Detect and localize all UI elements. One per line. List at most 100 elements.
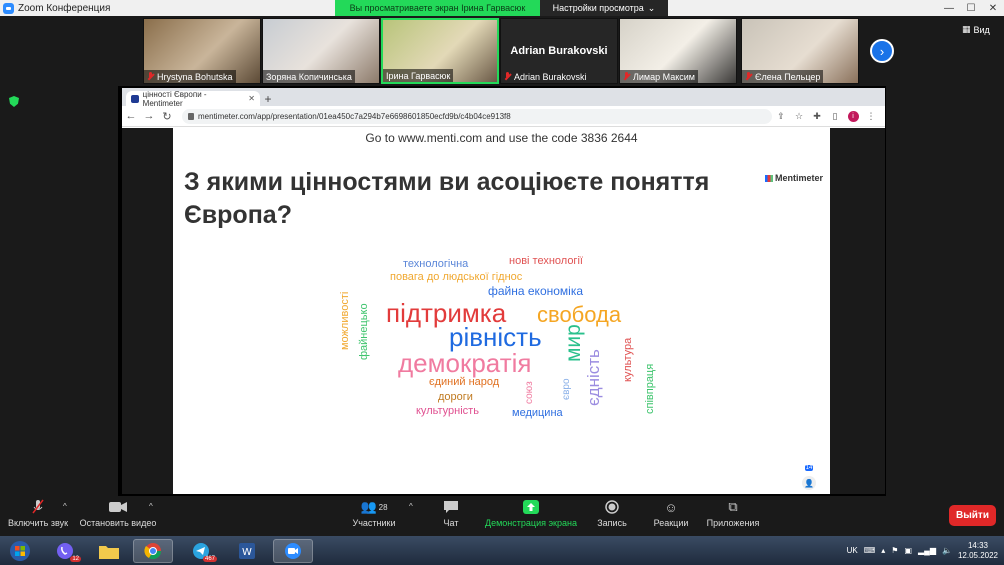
muted-mic-icon [745, 72, 752, 81]
participant-tile[interactable]: Єлена Пельцер [741, 18, 859, 84]
word-cloud-word: нові технології [509, 255, 583, 267]
bookmark-star-icon[interactable]: ☆ [790, 111, 808, 122]
smiley-icon: ☺ [664, 499, 678, 515]
video-options-chevron-icon[interactable]: ^ [149, 502, 153, 511]
encryption-shield-icon[interactable] [9, 96, 19, 107]
word-cloud-word: можливості [339, 291, 351, 350]
reload-icon[interactable]: ↻ [158, 110, 176, 123]
view-options-button[interactable]: Настройки просмотра ⌄ [540, 0, 668, 16]
stop-video-button[interactable]: Остановить видео [78, 496, 158, 528]
tab-bar: цінності Європи - Mentimeter ✕ + [122, 88, 885, 108]
apps-icon: ⧉ [728, 499, 738, 514]
share-screen-button[interactable]: Демонстрация экрана [485, 496, 577, 528]
mentimeter-slide: Go to www.menti.com and use the code 383… [173, 128, 830, 494]
participant-tile[interactable]: Зоряна Копичинська [262, 18, 380, 84]
unmute-button[interactable]: Включить звук [6, 496, 70, 528]
zoom-app-icon [3, 2, 14, 14]
zoom-icon [285, 543, 301, 559]
chevron-down-icon: ⌄ [647, 2, 656, 13]
word-cloud-word: повага до людської гіднос [390, 271, 523, 283]
join-code-line: Go to www.menti.com and use the code 383… [365, 131, 638, 145]
word-cloud-word: медицина [512, 407, 563, 419]
file-explorer-taskbar-button[interactable] [89, 539, 129, 563]
word-cloud-word: демократія [398, 348, 532, 378]
menu-icon[interactable]: ⋮ [862, 111, 880, 122]
window-title: Zoom Конференция [18, 2, 111, 14]
word-cloud-word: мир [562, 324, 585, 362]
viber-taskbar-button[interactable]: 12 [45, 539, 85, 563]
chrome-icon [144, 543, 162, 560]
view-button[interactable]: ▦ Вид [962, 24, 990, 35]
video-camera-icon [78, 496, 158, 518]
flag-icon[interactable]: ⚑ [891, 546, 898, 555]
muted-mic-icon [623, 72, 630, 81]
response-counter: 14 👤 [802, 456, 816, 490]
reactions-button[interactable]: ☺ Реакции [651, 496, 691, 529]
audio-options-chevron-icon[interactable]: ^ [63, 502, 67, 511]
word-cloud-word: культурність [416, 405, 479, 417]
participants-options-chevron-icon[interactable]: ^ [409, 502, 413, 511]
windows-taskbar: 12 467 W UK ⌨ ▴ ⚑ ▣ ▂▄▆ 🔈 14:33 12.05.20… [0, 536, 1004, 565]
close-button[interactable]: ✕ [982, 0, 1004, 16]
participants-button[interactable]: 👥 28 Участники [349, 496, 399, 528]
word-cloud-word: євро [561, 378, 572, 400]
word-icon: W [239, 543, 255, 559]
browser-tab[interactable]: цінності Європи - Mentimeter ✕ [126, 90, 260, 108]
keyboard-icon[interactable]: ⌨ [864, 546, 876, 555]
language-indicator[interactable]: UK [847, 546, 858, 555]
extensions-icon[interactable]: ✚ [808, 111, 826, 122]
chat-button[interactable]: Чат [435, 496, 467, 528]
participant-tile[interactable]: Лимар Максим [619, 18, 737, 84]
chrome-taskbar-button[interactable] [133, 539, 173, 563]
participant-tile-active-speaker[interactable]: Ірина Гарвасюк [381, 18, 499, 84]
muted-mic-icon [147, 72, 154, 81]
record-icon [593, 496, 631, 518]
share-screen-icon [485, 496, 577, 518]
participant-tile[interactable]: Hrystyna Bohutska [143, 18, 261, 84]
word-cloud-word: файна економіка [488, 284, 584, 298]
maximize-button[interactable]: ☐ [960, 0, 982, 16]
share-icon[interactable]: ⇪ [772, 111, 790, 122]
profile-avatar[interactable]: i [847, 111, 859, 122]
gallery-next-page-button[interactable]: › [870, 39, 894, 63]
svg-text:W: W [242, 547, 252, 558]
word-cloud-word: технологічна [403, 258, 469, 270]
slide-margin-right [830, 128, 885, 494]
show-hidden-icons-icon[interactable]: ▴ [881, 546, 885, 555]
share-banner: Вы просматриваете экран Ірина Гарвасюк [335, 0, 540, 16]
word-cloud-word: рівність [449, 322, 542, 352]
forward-icon[interactable]: → [140, 110, 158, 122]
word-cloud-word: єдиний народ [429, 376, 500, 388]
muted-microphone-icon [6, 496, 70, 518]
word-taskbar-button[interactable]: W [227, 539, 267, 563]
record-button[interactable]: Запись [593, 496, 631, 528]
mentimeter-favicon-icon [131, 94, 139, 103]
url-field[interactable]: mentimeter.com/app/presentation/01ea450c… [182, 108, 772, 124]
back-icon[interactable]: ← [122, 110, 140, 122]
participant-tile[interactable]: Adrian Burakovski Adrian Burakovski [500, 18, 618, 84]
close-tab-icon[interactable]: ✕ [248, 94, 255, 103]
meeting-toolbar: Включить звук ^ Остановить видео ^ 👥 28 У… [0, 496, 1004, 536]
word-cloud-word: союз [524, 381, 535, 404]
mentimeter-logo: Mentimeter [765, 173, 823, 183]
apps-button[interactable]: ⧉ Приложения [704, 496, 762, 528]
slide-margin-left [122, 128, 173, 494]
chevron-right-icon: › [879, 43, 885, 59]
telegram-taskbar-button[interactable]: 467 [181, 539, 221, 563]
word-cloud-word: дороги [438, 391, 473, 403]
participants-icon: 👥 [360, 499, 377, 514]
word-cloud-word: файнецько [358, 303, 370, 360]
windows-logo-icon [10, 541, 30, 561]
device-icon[interactable]: ▣ [904, 546, 912, 555]
new-tab-button[interactable]: + [260, 91, 276, 106]
start-button[interactable] [2, 539, 38, 563]
muted-mic-icon [504, 72, 511, 81]
leave-meeting-button[interactable]: Выйти [949, 505, 996, 526]
participant-gallery: Hrystyna Bohutska Зоряна Копичинська Іри… [0, 16, 1004, 86]
clock[interactable]: 14:33 12.05.2022 [958, 541, 998, 561]
volume-icon[interactable]: 🔈 [942, 546, 952, 555]
minimize-button[interactable]: — [938, 0, 960, 16]
sidebar-icon[interactable]: ▯ [826, 111, 844, 122]
network-signal-icon[interactable]: ▂▄▆ [918, 546, 936, 555]
zoom-taskbar-button[interactable] [273, 539, 313, 563]
